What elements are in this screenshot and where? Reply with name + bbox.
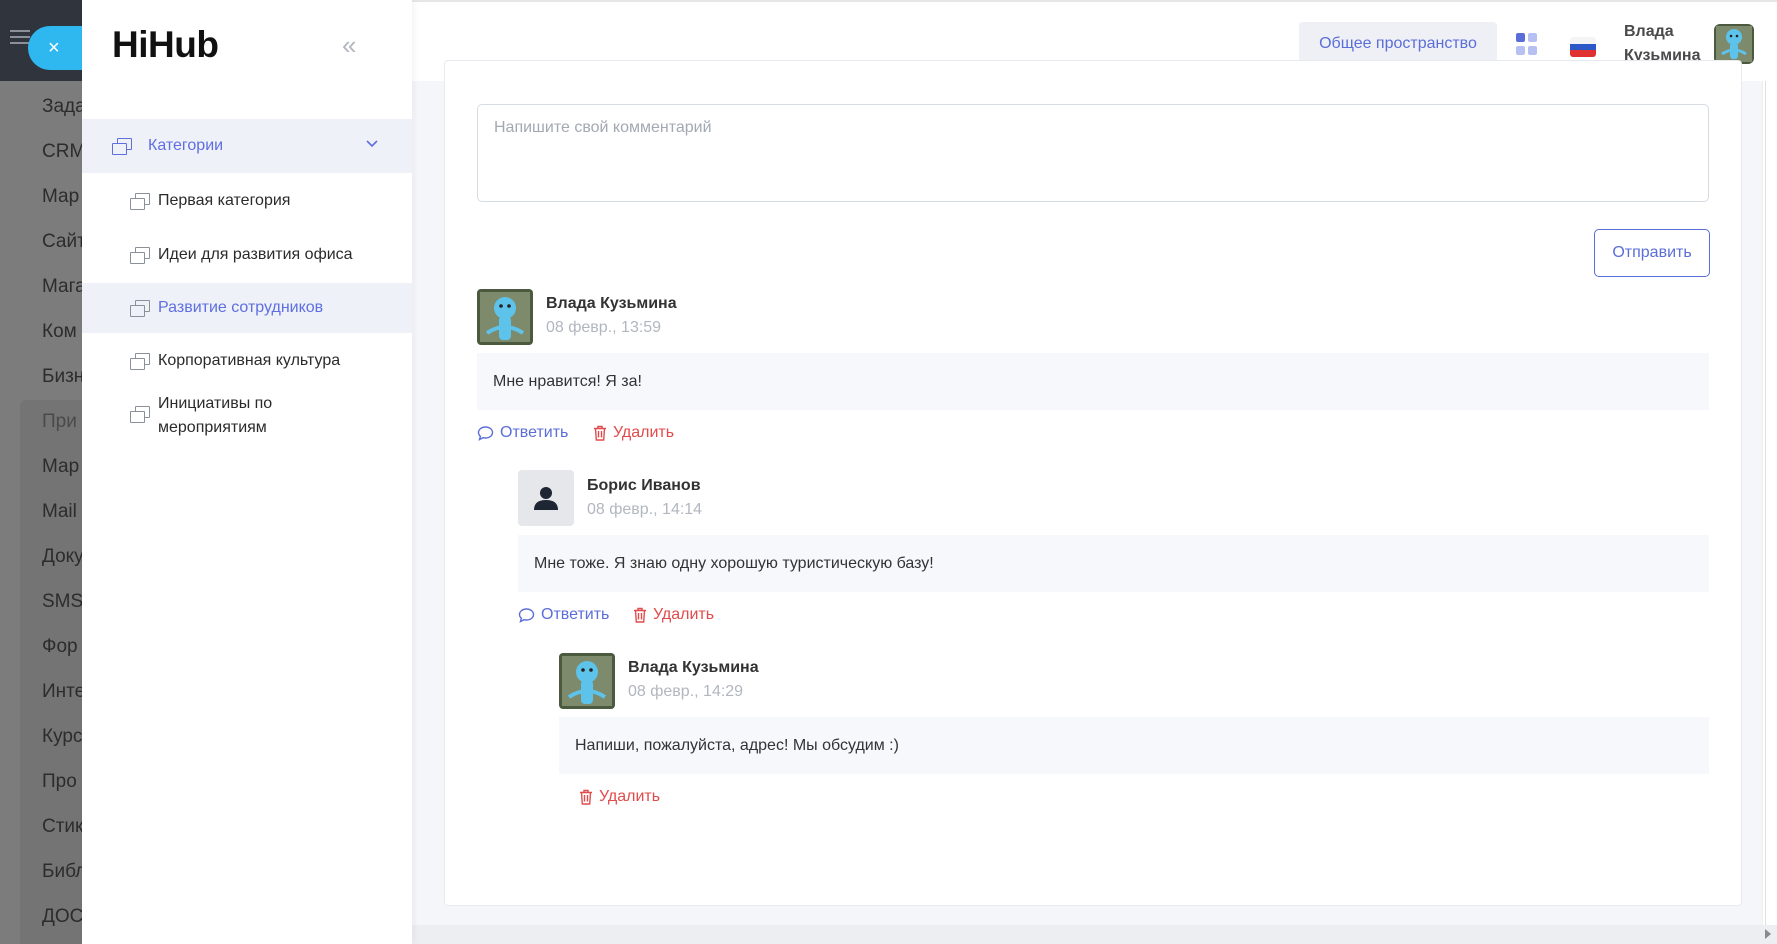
category-item-active[interactable]: Развитие сотрудников (82, 283, 412, 333)
windows-icon (130, 406, 150, 423)
delete-label: Удалить (599, 788, 661, 805)
trash-icon (594, 425, 606, 441)
windows-icon (130, 193, 150, 210)
category-item-label: Развитие сотрудников (158, 299, 324, 316)
double-chevron-left-icon: « (342, 30, 357, 60)
avatar (477, 289, 533, 345)
background-app-item: Мар (42, 456, 80, 477)
user-icon (534, 487, 558, 510)
delete-button[interactable]: Удалить (579, 788, 660, 806)
background-app-item: Мага (42, 276, 82, 297)
background-app-item: Стик (42, 816, 82, 837)
scrollbar-thumb[interactable] (1765, 81, 1766, 925)
background-app-sidebar: Зада CRM Мар Сайт Мага Ком Бизн При Мар … (0, 0, 82, 944)
trash-icon (580, 789, 592, 805)
category-item[interactable]: Корпоративная культура (82, 349, 412, 373)
collapse-drawer-button[interactable]: « (342, 30, 357, 61)
hamburger-icon (10, 36, 30, 38)
delete-button[interactable]: Удалить (633, 606, 714, 624)
background-app-item: Mail (42, 501, 77, 522)
category-item[interactable]: Первая категория (82, 189, 412, 213)
speech-bubble-icon (518, 607, 535, 623)
chevron-down-icon (366, 135, 378, 151)
background-app-item: При (42, 411, 77, 432)
windows-icon (112, 138, 132, 155)
delete-button[interactable]: Удалить (593, 424, 674, 442)
comment-text: Напиши, пожалуйста, адрес! Мы обсудим :) (559, 717, 1709, 774)
reply-button[interactable]: Ответить (518, 606, 609, 624)
windows-icon (130, 300, 150, 317)
close-icon: × (48, 36, 60, 59)
avatar (518, 470, 574, 526)
background-app-item: Ком (42, 321, 77, 342)
trash-icon (634, 607, 646, 623)
comment-date: 08 февр., 13:59 (546, 319, 662, 336)
category-item-label: Инициативы по мероприятиям (158, 395, 273, 436)
vertical-scrollbar[interactable] (1762, 81, 1777, 925)
background-app-item: Курс (42, 726, 82, 747)
horizontal-scrollbar[interactable] (412, 925, 1777, 944)
comment-date: 08 февр., 14:14 (587, 501, 703, 518)
comment-author: Влада Кузьмина (546, 295, 677, 312)
grid-icon[interactable] (1516, 33, 1538, 55)
comment-date: 08 февр., 14:29 (628, 683, 744, 700)
background-app-item: Зада (42, 96, 82, 117)
reply-button[interactable]: Ответить (477, 424, 568, 442)
category-item-label: Идеи для развития офиса (158, 246, 353, 263)
avatar (559, 653, 615, 709)
reply-label: Ответить (541, 606, 610, 623)
comment-text: Мне тоже. Я знаю одну хорошую туристичес… (518, 535, 1709, 592)
reply-label: Ответить (500, 424, 569, 441)
background-app-item: Фор (42, 636, 78, 657)
delete-label: Удалить (613, 424, 675, 441)
background-app-item: Сайт (42, 231, 82, 252)
app-logo: HiHub (112, 24, 219, 65)
background-app-item: SMS (42, 591, 82, 612)
category-item[interactable]: Инициативы по мероприятиям (82, 392, 352, 440)
speech-bubble-icon (477, 425, 494, 441)
ru-flag-icon[interactable] (1570, 37, 1596, 57)
background-app-item: Мар (42, 186, 80, 207)
background-app-item: Инте (42, 681, 82, 702)
user-avatar[interactable] (1714, 24, 1754, 64)
category-item[interactable]: Идеи для развития офиса (82, 243, 412, 267)
send-comment-button[interactable]: Отправить (1594, 229, 1710, 277)
category-item-label: Первая категория (158, 192, 291, 209)
background-app-item: ДОС (42, 906, 82, 927)
background-app-item: Доку (42, 546, 82, 567)
background-app-item: CRM (42, 141, 82, 162)
scroll-right-arrow-icon[interactable] (1765, 929, 1771, 939)
category-item-label: Корпоративная культура (158, 352, 341, 369)
comment-author: Борис Иванов (587, 477, 701, 494)
categories-toggle[interactable]: Категории (82, 119, 412, 173)
categories-label: Категории (148, 137, 224, 154)
comment-text: Мне нравится! Я за! (477, 353, 1709, 410)
comment-author: Влада Кузьмина (628, 659, 759, 676)
categories-drawer: HiHub « Категории Первая категория Идеи … (82, 0, 412, 944)
background-app-item: Бизн (42, 366, 82, 387)
background-app-item: Про (42, 771, 77, 792)
comment-textarea[interactable] (477, 104, 1709, 202)
background-app-item: Библ (42, 861, 82, 882)
windows-icon (130, 353, 150, 370)
delete-label: Удалить (653, 606, 715, 623)
close-drawer-button[interactable]: × (28, 26, 82, 70)
windows-icon (130, 247, 150, 264)
